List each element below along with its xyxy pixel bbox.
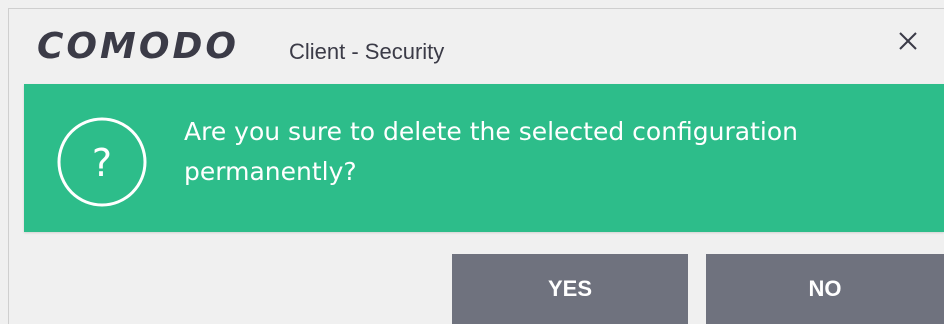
confirm-message: Are you sure to delete the selected conf… [184,117,799,186]
brand-logo: COMODO [37,26,239,67]
svg-text:?: ? [92,141,112,185]
yes-button[interactable]: YES [452,254,688,324]
close-icon [899,32,917,50]
title-bar: COMODO Client - Security [9,9,944,83]
confirm-dialog: COMODO Client - Security ? Are you sure … [0,0,944,324]
close-button[interactable] [894,27,922,55]
question-circle-icon: ? [56,116,148,208]
message-banner: ? Are you sure to delete the selected co… [24,84,944,232]
window-title: Client - Security [289,39,445,64]
no-button[interactable]: NO [706,254,944,324]
